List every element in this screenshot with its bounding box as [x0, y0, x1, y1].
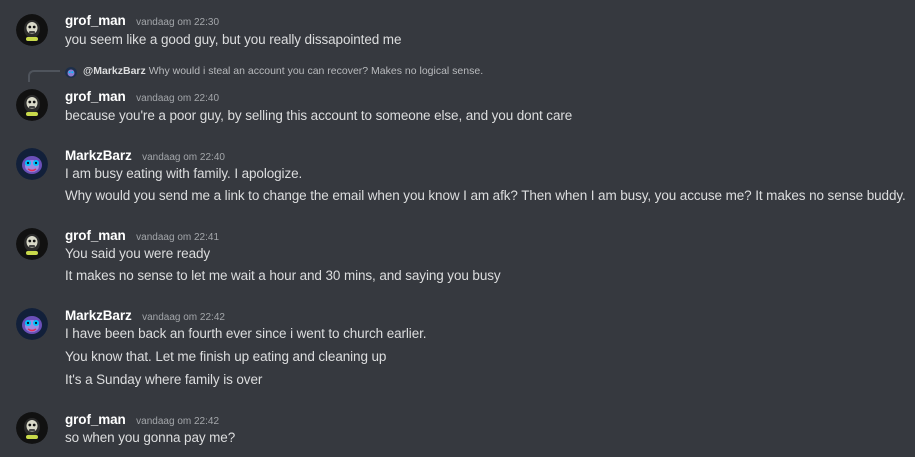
message-text: Why would you send me a link to change t…	[65, 188, 906, 203]
message-header: grof_man vandaag om 22:30	[65, 12, 219, 30]
skull-avatar-icon[interactable]	[16, 412, 48, 444]
username[interactable]: grof_man	[65, 412, 126, 427]
message-text: you seem like a good guy, but you really…	[65, 32, 402, 47]
monkey-avatar-icon	[65, 66, 77, 78]
username[interactable]: grof_man	[65, 13, 126, 28]
username[interactable]: grof_man	[65, 228, 126, 243]
timestamp[interactable]: vandaag om 22:42	[136, 416, 219, 427]
message-text: It makes no sense to let me wait a hour …	[65, 268, 501, 283]
message-header: grof_man vandaag om 22:40	[65, 88, 219, 106]
message-header: MarkzBarz vandaag om 22:42	[65, 307, 225, 325]
message-header: grof_man vandaag om 22:41	[65, 227, 219, 245]
username[interactable]: MarkzBarz	[65, 308, 132, 323]
chat-log: grof_man vandaag om 22:30 you seem like …	[0, 0, 915, 457]
skull-avatar-icon[interactable]	[16, 228, 48, 260]
message-header: grof_man vandaag om 22:42	[65, 411, 219, 429]
message-text: I am busy eating with family. I apologiz…	[65, 166, 303, 181]
message-text: You know that. Let me finish up eating a…	[65, 349, 387, 364]
message-text: You said you were ready	[65, 246, 211, 261]
message-text: It's a Sunday where family is over	[65, 372, 263, 387]
message-header: MarkzBarz vandaag om 22:40	[65, 147, 225, 165]
timestamp[interactable]: vandaag om 22:30	[136, 17, 219, 28]
monkey-avatar-icon[interactable]	[16, 148, 48, 180]
skull-avatar-icon[interactable]	[16, 14, 48, 46]
username[interactable]: MarkzBarz	[65, 148, 132, 163]
reply-spine	[28, 70, 60, 82]
timestamp[interactable]: vandaag om 22:42	[142, 312, 225, 323]
reply-mention[interactable]: @MarkzBarz	[83, 65, 146, 77]
monkey-avatar-icon[interactable]	[16, 308, 48, 340]
username[interactable]: grof_man	[65, 89, 126, 104]
skull-avatar-icon[interactable]	[16, 89, 48, 121]
reply-text: @MarkzBarz Why would i steal an account …	[83, 65, 483, 77]
timestamp[interactable]: vandaag om 22:40	[142, 152, 225, 163]
message-text: because you're a poor guy, by selling th…	[65, 108, 573, 123]
message-text: so when you gonna pay me?	[65, 430, 236, 445]
reply-content: Why would i steal an account you can rec…	[148, 65, 484, 77]
timestamp[interactable]: vandaag om 22:40	[136, 93, 219, 104]
timestamp[interactable]: vandaag om 22:41	[136, 232, 219, 243]
message-text: I have been back an fourth ever since i …	[65, 326, 427, 341]
